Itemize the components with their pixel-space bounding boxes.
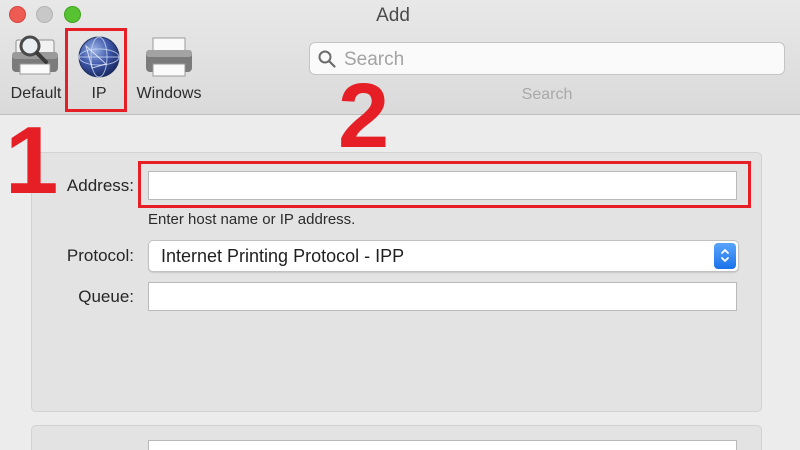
step-number-2: 2 [338,65,390,167]
select-stepper[interactable] [714,243,736,269]
queue-field[interactable] [148,282,737,311]
search-input[interactable] [342,45,776,74]
protocol-select[interactable]: Internet Printing Protocol - IPP [148,240,739,272]
toolbar-default-button[interactable]: Default [5,34,67,103]
printer-search-icon [12,35,58,75]
name-field[interactable] [148,440,737,450]
toolbar-windows-label: Windows [136,85,202,102]
queue-label: Queue: [78,287,134,306]
toolbar-default-label: Default [10,85,62,102]
printer-icon [146,37,192,77]
protocol-label: Protocol: [66,246,134,265]
protocol-selected-value: Internet Printing Protocol - IPP [161,246,405,266]
search-icon [318,50,336,68]
chevron-up-down-icon [721,249,729,262]
ip-highlight-box [65,28,127,112]
address-hint: Enter host name or IP address. [148,211,356,228]
toolbar-windows-button[interactable]: Windows [131,34,207,103]
step-number-1: 1 [5,107,59,214]
window-title: Add [376,5,410,26]
address-highlight-box [138,161,751,208]
